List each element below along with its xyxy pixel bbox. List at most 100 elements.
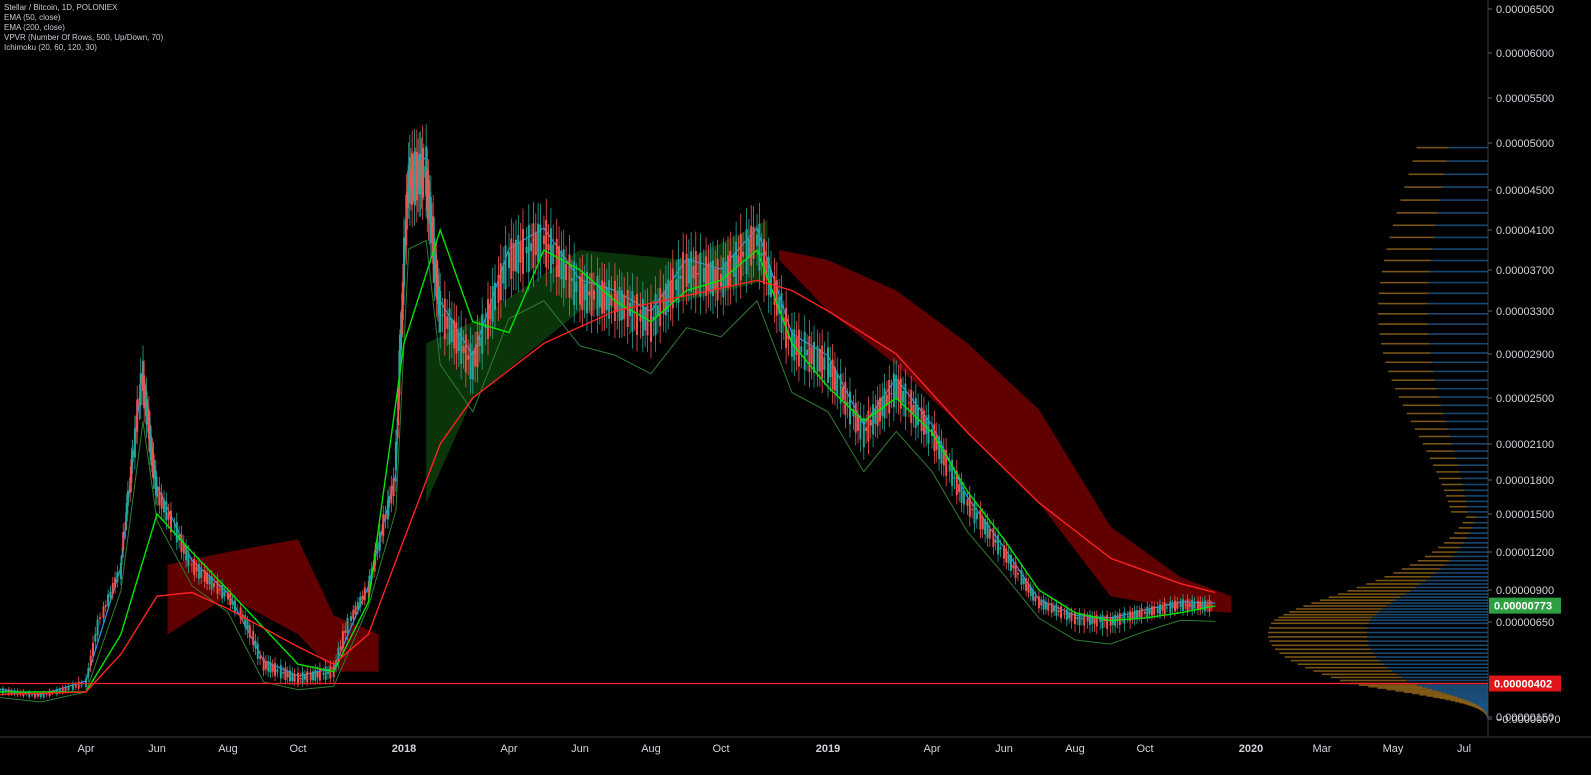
candle-body (1157, 606, 1159, 613)
candle-body (588, 291, 590, 295)
candle-body (1030, 587, 1032, 596)
vpvr-bar-up (1448, 428, 1488, 430)
candle-body (705, 256, 707, 295)
vpvr-bar-up (1400, 596, 1488, 598)
candle-body (232, 601, 234, 604)
candle-body (474, 348, 476, 367)
vpvr-bar-up (1428, 303, 1488, 305)
candle-body (884, 388, 886, 418)
vpvr-bar-down (1444, 542, 1464, 544)
candle-body (90, 656, 92, 666)
vpvr-bar-down (1397, 212, 1438, 214)
candle-body (291, 673, 293, 681)
vpvr-bar-up (1452, 443, 1488, 445)
vpvr-bar-up (1436, 225, 1488, 227)
candle-body (379, 532, 381, 551)
candle-body (865, 427, 867, 431)
last-price-label: 0.00000773 (1494, 601, 1552, 613)
candle-body (727, 255, 729, 288)
legend-symbol: Stellar / Bitcoin, 1D, POLONIEX (4, 3, 163, 13)
y-tick-label: 0.00004500 (1496, 185, 1554, 197)
vpvr-bar-up (1430, 352, 1488, 354)
level-price-label: 0.00000402 (1494, 679, 1552, 691)
candle-body (78, 682, 80, 689)
candle-body (938, 436, 940, 459)
vpvr-bar-down (1393, 225, 1436, 227)
vpvr-bar-up (1443, 413, 1488, 415)
candle-body (550, 228, 552, 273)
candle-body (1058, 610, 1060, 612)
candle-body (1003, 545, 1005, 559)
candle-body (240, 607, 242, 618)
candle-body (97, 620, 99, 636)
candle-body (72, 685, 74, 690)
candle-body (923, 410, 925, 435)
candle-body (402, 282, 404, 320)
vpvr-bar-up (1407, 680, 1488, 682)
candle-body (510, 239, 512, 279)
candle-body (37, 695, 39, 697)
candle-body (508, 252, 510, 268)
candle-body (1047, 603, 1049, 611)
candle-body (103, 606, 105, 618)
candle-body (492, 286, 494, 322)
candle-body (136, 400, 138, 432)
candle-body (690, 251, 692, 292)
y-tick-label: 0.00003300 (1496, 306, 1554, 318)
candle-body (342, 631, 344, 648)
candle-body (112, 583, 114, 594)
candle-body (227, 593, 229, 600)
candle-body (1127, 616, 1129, 618)
candle-body (477, 332, 479, 368)
x-tick-label: Mar (1313, 743, 1332, 755)
vpvr-bar-up (1441, 568, 1488, 570)
candle-body (287, 672, 289, 677)
candle-body (467, 355, 469, 360)
candle-body (982, 517, 984, 530)
price-chart[interactable]: 0.000065000.000060000.000055000.00005000… (0, 0, 1591, 770)
chart-area[interactable]: 0.000065000.000060000.000055000.00005000… (0, 0, 1591, 770)
candle-body (832, 359, 834, 389)
candle-body (515, 240, 517, 272)
vpvr-bar-down (1418, 560, 1450, 562)
candle-body (294, 674, 296, 682)
vpvr-bar-down (1279, 652, 1373, 654)
vpvr-bar-up (1430, 271, 1488, 273)
candle-body (439, 291, 441, 332)
vpvr-bar-up (1472, 527, 1488, 529)
vpvr-bar-down (1399, 396, 1439, 398)
candle-body (31, 694, 33, 695)
candle-body (543, 236, 545, 245)
candle-body (257, 644, 259, 659)
vpvr-bar-down (1419, 436, 1450, 438)
candle-body (855, 403, 857, 433)
candle-body (489, 303, 491, 319)
y-tick-label: 0.00005500 (1496, 93, 1554, 105)
vpvr-bar-up (1432, 248, 1488, 250)
candle-body (40, 695, 42, 698)
candle-body (1131, 613, 1133, 619)
candle-body (601, 281, 603, 314)
candle-body (886, 395, 888, 405)
candle-body (992, 528, 994, 547)
candle-body (130, 459, 132, 482)
candle-body (463, 346, 465, 353)
vpvr-bar-up (1417, 684, 1488, 686)
candle-body (350, 616, 352, 621)
vpvr-bar-down (1430, 458, 1456, 460)
candle-body (733, 255, 735, 277)
candle-body (249, 625, 251, 638)
candle-body (377, 546, 379, 553)
vpvr-bar-down (1425, 556, 1453, 558)
candle-body (817, 346, 819, 372)
candle-body (746, 229, 748, 274)
x-tick-label: Aug (1065, 743, 1085, 755)
vpvr-bar-down (1415, 428, 1448, 430)
candle-body (1032, 590, 1034, 601)
vpvr-bar-down (1381, 343, 1429, 345)
candle-body (1169, 601, 1171, 613)
vpvr-bar-down (1449, 506, 1466, 508)
candle-body (390, 486, 392, 504)
candle-body (688, 258, 690, 283)
vpvr-bar-down (1410, 564, 1445, 566)
